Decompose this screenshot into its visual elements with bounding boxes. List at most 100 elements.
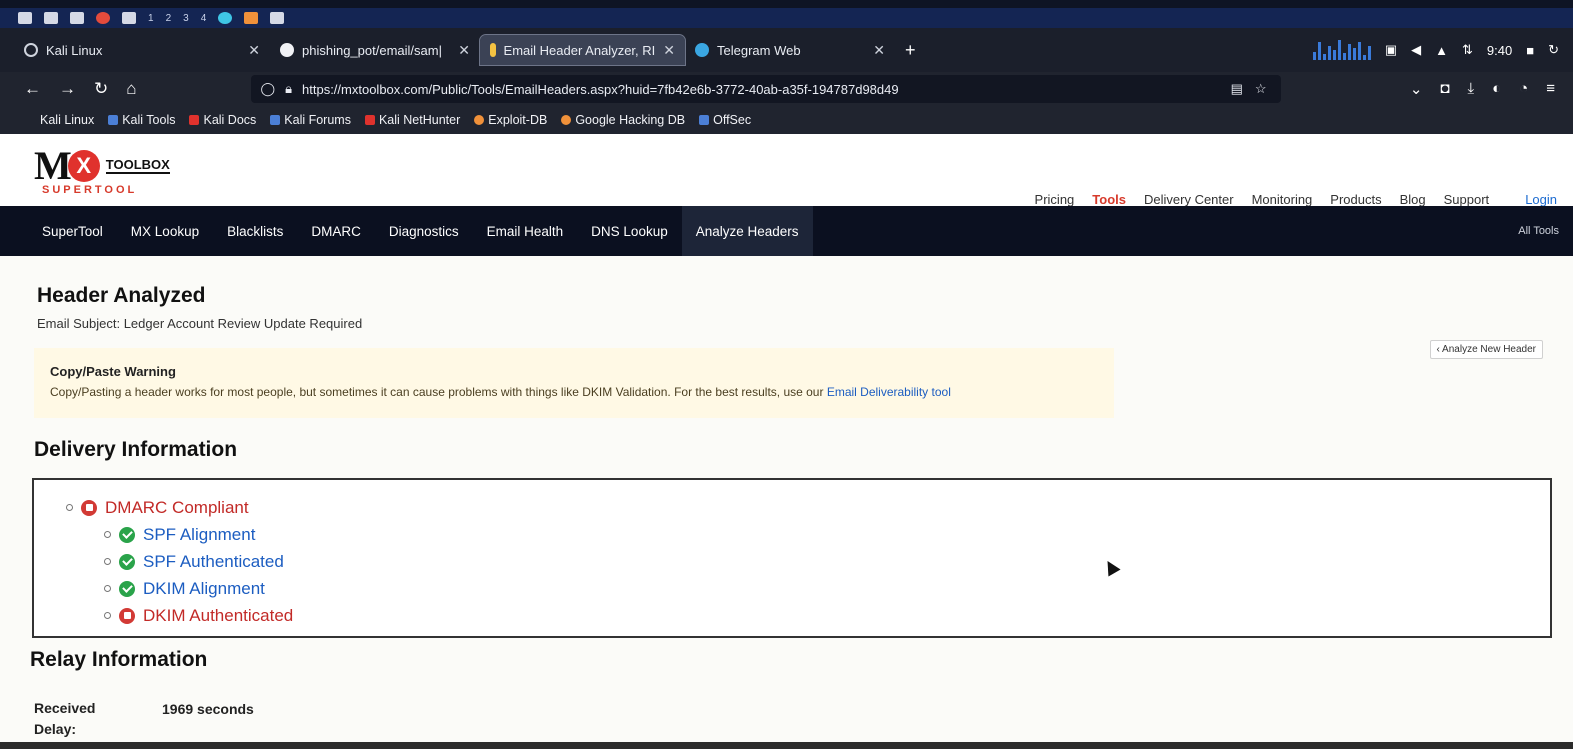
- bookmark-offsec[interactable]: OffSec: [699, 113, 751, 127]
- close-tab-icon[interactable]: ✕: [248, 42, 260, 59]
- back-icon[interactable]: ←: [24, 79, 41, 99]
- offsec-icon: [699, 115, 710, 125]
- check-dkim-alignment[interactable]: DKIM Alignment: [66, 575, 1550, 602]
- bookmark-kali-docs[interactable]: Kali Docs: [189, 113, 256, 127]
- logo-subtitle: SUPERTOOL: [42, 184, 138, 196]
- reload-icon[interactable]: ↻: [94, 79, 108, 99]
- all-tools-link[interactable]: All Tools: [1518, 225, 1573, 237]
- app-icon[interactable]: [218, 12, 233, 24]
- workspace-2[interactable]: 2: [166, 13, 172, 24]
- bookmark-star-icon[interactable]: ☆: [1255, 81, 1267, 97]
- tool-email-health[interactable]: Email Health: [473, 206, 578, 256]
- bookmark-kali-forums[interactable]: Kali Forums: [270, 113, 351, 127]
- close-tab-icon[interactable]: ✕: [873, 42, 885, 59]
- account-icon[interactable]: ◔: [1519, 80, 1528, 98]
- padlock-icon[interactable]: 🔒︎: [285, 81, 292, 97]
- tool-dns-lookup[interactable]: DNS Lookup: [577, 206, 682, 256]
- shield-icon[interactable]: ◯: [261, 81, 276, 97]
- forward-icon[interactable]: →: [59, 79, 76, 99]
- check-label[interactable]: DKIM Alignment: [143, 579, 265, 599]
- kali-favicon-icon: [24, 43, 38, 57]
- terminal-icon[interactable]: [70, 12, 84, 24]
- tab-phishing-pot[interactable]: phishing_pot/email/sam| ✕: [270, 35, 480, 65]
- bookmark-google-hacking-db[interactable]: Google Hacking DB: [561, 113, 685, 127]
- bookmark-kali-tools[interactable]: Kali Tools: [108, 113, 175, 127]
- tool-analyze-headers[interactable]: Analyze Headers: [681, 206, 813, 256]
- clock[interactable]: 9:40: [1487, 43, 1512, 58]
- app-menu-icon[interactable]: [18, 12, 32, 24]
- tab-kali-linux[interactable]: Kali Linux ✕: [14, 35, 270, 65]
- tool-mx-lookup[interactable]: MX Lookup: [117, 206, 213, 256]
- menu-icon[interactable]: ≡: [1546, 80, 1555, 98]
- browser-icon[interactable]: [96, 12, 110, 24]
- analyze-new-header-button[interactable]: ‹ Analyze New Header: [1429, 340, 1543, 359]
- nav-delivery-center[interactable]: Delivery Center: [1144, 192, 1234, 207]
- reader-mode-icon[interactable]: ▤: [1231, 81, 1243, 97]
- volume-icon[interactable]: ◀: [1411, 42, 1421, 58]
- network-icon[interactable]: ⇅: [1462, 42, 1473, 58]
- tree-bullet: [104, 558, 111, 565]
- login-link[interactable]: Login: [1525, 192, 1557, 207]
- check-spf-authenticated[interactable]: SPF Authenticated: [66, 548, 1550, 575]
- tab-title: Email Header Analyzer, RI: [503, 42, 656, 58]
- site-header: M X TOOLBOX SUPERTOOL Pricing Tools Deli…: [0, 134, 1573, 207]
- check-dkim-authenticated[interactable]: DKIM Authenticated: [66, 602, 1550, 629]
- window-icon[interactable]: [122, 12, 136, 24]
- email-deliverability-link[interactable]: Email Deliverability tool: [827, 385, 951, 399]
- firefox-icon[interactable]: [244, 12, 259, 24]
- files-icon[interactable]: [44, 12, 58, 24]
- tool-supertool[interactable]: SuperTool: [28, 206, 117, 256]
- nav-support[interactable]: Support: [1444, 192, 1490, 207]
- check-label[interactable]: SPF Alignment: [143, 525, 255, 545]
- mxtoolbox-logo[interactable]: M X TOOLBOX: [34, 142, 170, 189]
- nav-products[interactable]: Products: [1330, 192, 1381, 207]
- check-label[interactable]: DMARC Compliant: [105, 498, 249, 518]
- close-tab-icon[interactable]: ✕: [663, 42, 675, 59]
- downloads-icon[interactable]: ⤓: [1467, 80, 1474, 98]
- list-all-tabs-icon[interactable]: ⌄: [1410, 80, 1423, 98]
- nethunter-icon: [364, 115, 375, 125]
- warning-body: Copy/Pasting a header works for most peo…: [50, 385, 1098, 399]
- tool-nav: SuperTool MX Lookup Blacklists DMARC Dia…: [0, 206, 1573, 256]
- bookmarks-bar: Kali Linux Kali Tools Kali Docs Kali For…: [0, 106, 1573, 134]
- pass-icon: [119, 580, 135, 597]
- power-icon[interactable]: ↻: [1548, 42, 1559, 58]
- workspace-1[interactable]: 1: [148, 13, 154, 24]
- nav-monitoring[interactable]: Monitoring: [1252, 192, 1313, 207]
- cpu-graph: [1312, 40, 1371, 60]
- url-text[interactable]: https://mxtoolbox.com/Public/Tools/Email…: [302, 82, 899, 97]
- tool-dmarc[interactable]: DMARC: [297, 206, 375, 256]
- bookmark-kali-nethunter[interactable]: Kali NetHunter: [364, 113, 460, 127]
- nav-tools[interactable]: Tools: [1092, 192, 1126, 207]
- notification-bell-icon[interactable]: ▲: [1435, 43, 1448, 58]
- check-dmarc[interactable]: DMARC Compliant: [66, 494, 1550, 521]
- desktop-panel: 1 2 3 4: [0, 8, 1573, 28]
- workspace-3[interactable]: 3: [183, 13, 189, 24]
- browser-navbar: ← → ↻ ⌂ ◯ 🔒︎ https://mxtoolbox.com/Publi…: [0, 72, 1573, 106]
- new-tab-button[interactable]: +: [895, 40, 926, 61]
- warning-text: Copy/Pasting a header works for most peo…: [50, 385, 827, 399]
- check-label[interactable]: DKIM Authenticated: [143, 606, 293, 626]
- nav-pricing[interactable]: Pricing: [1035, 192, 1075, 207]
- monitor-icon[interactable]: ▣: [1385, 42, 1397, 58]
- document-icon[interactable]: [270, 12, 285, 24]
- relay-info-table: Received Delay: 1969 seconds: [28, 688, 628, 748]
- check-label[interactable]: SPF Authenticated: [143, 552, 284, 572]
- check-spf-alignment[interactable]: SPF Alignment: [66, 521, 1550, 548]
- close-tab-icon[interactable]: ✕: [458, 42, 470, 59]
- lock-icon[interactable]: ■: [1526, 43, 1534, 58]
- nav-blog[interactable]: Blog: [1400, 192, 1426, 207]
- home-icon[interactable]: ⌂: [126, 79, 136, 99]
- address-bar[interactable]: ◯ 🔒︎ https://mxtoolbox.com/Public/Tools/…: [250, 75, 1281, 103]
- bookmark-exploit-db[interactable]: Exploit-DB: [474, 113, 547, 127]
- tab-telegram-web[interactable]: Telegram Web ✕: [685, 35, 895, 65]
- workspace-4[interactable]: 4: [201, 13, 207, 24]
- tool-blacklists[interactable]: Blacklists: [213, 206, 297, 256]
- bookmark-kali-linux[interactable]: Kali Linux: [40, 113, 94, 127]
- tree-bullet: [104, 531, 111, 538]
- extension-icon[interactable]: ◐: [1492, 80, 1501, 98]
- pocket-icon[interactable]: ◘: [1440, 80, 1449, 98]
- tab-email-header-analyzer[interactable]: Email Header Analyzer, RI ✕: [479, 34, 686, 66]
- tool-diagnostics[interactable]: Diagnostics: [375, 206, 473, 256]
- browser-tab-strip: Kali Linux ✕ phishing_pot/email/sam| ✕ E…: [0, 28, 1573, 72]
